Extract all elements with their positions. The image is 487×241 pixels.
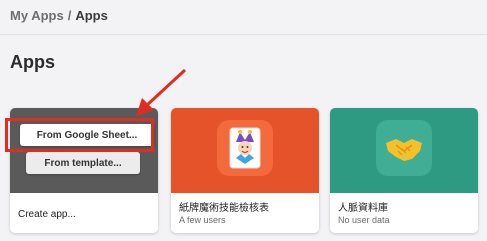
breadcrumb-my-apps[interactable]: My Apps <box>10 8 64 23</box>
breadcrumb: My Apps / Apps <box>10 8 108 23</box>
app-card[interactable]: 人脈資料庫 No user data <box>330 108 478 233</box>
annotation-arrow-icon <box>136 68 187 116</box>
app-subtitle: No user data <box>338 215 390 225</box>
header-divider <box>0 34 487 35</box>
page-title: Apps <box>10 52 55 72</box>
breadcrumb-current: Apps <box>75 8 108 23</box>
from-template-button[interactable]: From template... <box>26 152 140 174</box>
app-card-banner <box>330 108 478 193</box>
app-name: 紙牌魔術技能檢核表 <box>179 203 269 214</box>
app-card-footer: 人脈資料庫 No user data <box>330 193 478 233</box>
joker-icon <box>217 120 273 176</box>
breadcrumb-separator: / <box>67 8 72 23</box>
app-card[interactable]: 紙牌魔術技能檢核表 A few users <box>171 108 319 233</box>
annotation-highlight-box <box>5 118 154 152</box>
create-app-label[interactable]: Create app... <box>18 209 150 221</box>
handshake-icon <box>376 120 432 176</box>
app-name: 人脈資料庫 <box>338 203 388 214</box>
app-card-banner <box>171 108 319 193</box>
app-card-footer: 紙牌魔術技能檢核表 A few users <box>171 193 319 233</box>
create-app-footer: Create app... <box>10 193 158 233</box>
app-subtitle: A few users <box>179 215 226 225</box>
